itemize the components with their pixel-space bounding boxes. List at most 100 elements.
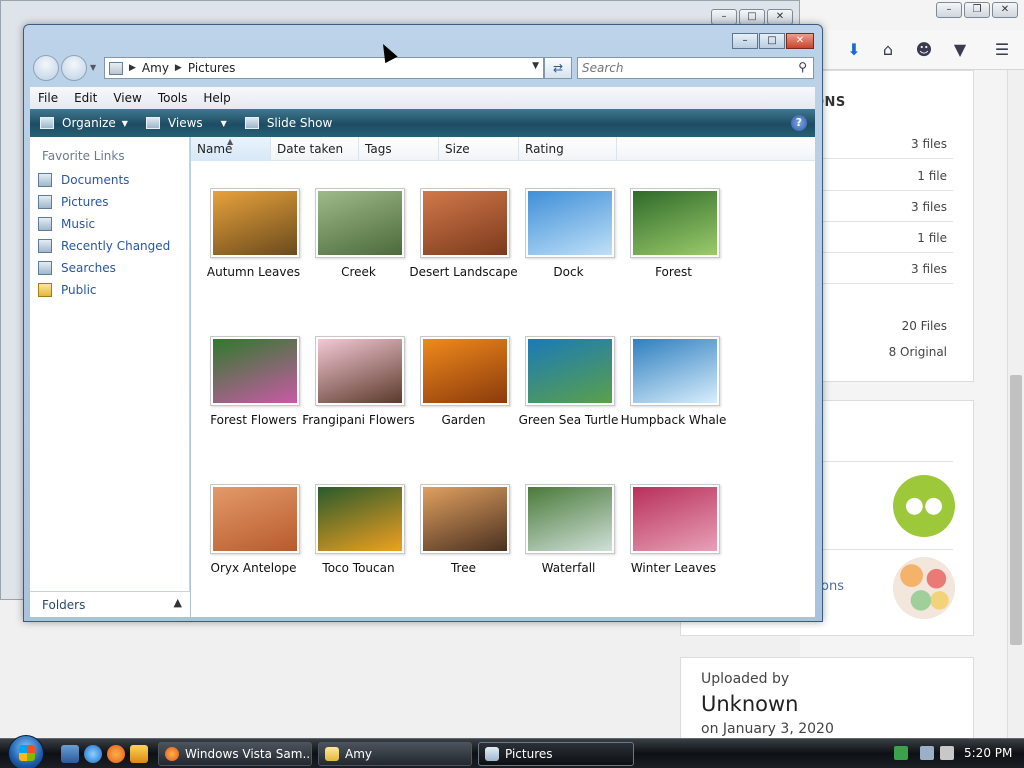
address-bar[interactable]: ▶ Amy ▶ Pictures ▼ xyxy=(104,57,544,79)
maximize-icon[interactable]: □ xyxy=(739,9,765,25)
picture-name: Tree xyxy=(450,561,476,575)
picture-thumbnail[interactable] xyxy=(525,484,615,554)
smiley-icon[interactable]: ☻ xyxy=(914,40,934,60)
menu-edit[interactable]: Edit xyxy=(66,91,105,105)
picture-tile[interactable]: Humpback Whale xyxy=(621,336,726,446)
chevron-down-icon: ▼ xyxy=(121,118,128,128)
picture-thumbnail[interactable] xyxy=(525,188,615,258)
scrollbar-thumb[interactable] xyxy=(1010,375,1022,645)
menu-icon[interactable]: ☰ xyxy=(992,40,1012,60)
picture-tile[interactable]: Waterfall xyxy=(516,484,621,594)
minimize-icon[interactable]: – xyxy=(711,9,737,25)
menu-help[interactable]: Help xyxy=(195,91,238,105)
restore-icon[interactable]: ❐ xyxy=(964,2,990,18)
internet-explorer-icon[interactable] xyxy=(84,745,102,763)
taskbar-button-pictures[interactable]: Pictures xyxy=(478,742,634,766)
close-button[interactable]: ✕ xyxy=(786,33,814,49)
favorite-link-recently-changed[interactable]: Recently Changed xyxy=(38,239,170,253)
picture-thumbnail[interactable] xyxy=(315,188,405,258)
folder-icon xyxy=(109,61,123,75)
breadcrumb-pictures[interactable]: Pictures xyxy=(188,61,236,75)
folders-toggle[interactable]: Folders ▲ xyxy=(30,591,190,617)
picture-thumbnail[interactable] xyxy=(315,484,405,554)
taskbar-button-amy[interactable]: Amy xyxy=(318,742,472,766)
favorite-link-pictures[interactable]: Pictures xyxy=(38,195,109,209)
picture-tile[interactable]: Creek xyxy=(306,188,411,298)
chevron-down-icon[interactable]: ▼ xyxy=(532,61,539,71)
close-icon[interactable]: ✕ xyxy=(767,9,793,25)
help-icon[interactable]: ? xyxy=(791,115,807,131)
favorite-link-music[interactable]: Music xyxy=(38,217,95,231)
picture-tile[interactable]: Winter Leaves xyxy=(621,484,726,594)
picture-tile[interactable]: Autumn Leaves xyxy=(201,188,306,298)
page-scrollbar[interactable] xyxy=(1007,70,1024,738)
refresh-button[interactable]: ⇄ xyxy=(544,57,572,79)
recent-pages-icon[interactable]: ▼ xyxy=(90,63,96,72)
start-button[interactable] xyxy=(8,735,44,768)
picture-thumbnail[interactable] xyxy=(420,484,510,554)
column-tags[interactable]: Tags xyxy=(359,137,439,161)
taskbar-button-browser[interactable]: Windows Vista Sam... xyxy=(158,742,312,766)
collections-link[interactable]: ons xyxy=(821,579,844,594)
chevron-right-icon[interactable]: ▶ xyxy=(129,63,136,73)
picture-tile[interactable]: Garden xyxy=(411,336,516,446)
picture-thumbnail[interactable] xyxy=(525,336,615,406)
views-button[interactable]: Views ▼ xyxy=(145,116,227,130)
menu-view[interactable]: View xyxy=(105,91,149,105)
download-icon[interactable]: ⬇ xyxy=(844,40,864,60)
column-size[interactable]: Size xyxy=(439,137,519,161)
home-icon[interactable]: ⌂ xyxy=(878,40,898,60)
picture-tile[interactable]: Tree xyxy=(411,484,516,594)
share-users-icon[interactable]: ●● xyxy=(893,475,955,537)
minimize-button[interactable]: – xyxy=(732,33,758,49)
chevron-right-icon[interactable]: ▶ xyxy=(175,63,182,73)
slide-show-icon xyxy=(244,117,259,129)
search-input[interactable] xyxy=(582,60,787,76)
security-icon[interactable] xyxy=(894,746,908,760)
favorite-link-searches[interactable]: Searches xyxy=(38,261,116,275)
picture-thumbnail[interactable] xyxy=(630,336,720,406)
volume-muted-icon[interactable] xyxy=(940,746,954,760)
collection-icon[interactable] xyxy=(893,557,955,619)
close-icon[interactable]: ✕ xyxy=(992,2,1018,18)
recently-changed-icon xyxy=(38,239,52,253)
forward-button[interactable] xyxy=(61,55,87,81)
picture-tile[interactable]: Dock xyxy=(516,188,621,298)
clock[interactable]: 5:20 PM xyxy=(964,746,1012,760)
picture-thumbnail[interactable] xyxy=(630,188,720,258)
column-date-taken[interactable]: Date taken xyxy=(271,137,359,161)
minimize-icon[interactable]: – xyxy=(936,2,962,18)
firefox-icon[interactable] xyxy=(107,745,125,763)
picture-thumbnail[interactable] xyxy=(210,188,300,258)
picture-tile[interactable]: Forest xyxy=(621,188,726,298)
search-icon[interactable]: ⚲ xyxy=(798,60,807,74)
column-name[interactable]: ▲ Name xyxy=(191,137,271,161)
picture-tile[interactable]: Oryx Antelope xyxy=(201,484,306,594)
picture-thumbnail[interactable] xyxy=(210,484,300,554)
maximize-button[interactable]: □ xyxy=(759,33,785,49)
show-desktop-icon[interactable] xyxy=(61,745,79,763)
slide-show-button[interactable]: Slide Show xyxy=(244,116,332,130)
column-rating[interactable]: Rating xyxy=(519,137,617,161)
picture-tile[interactable]: Forest Flowers xyxy=(201,336,306,446)
picture-preview xyxy=(423,487,507,551)
picture-thumbnail[interactable] xyxy=(420,336,510,406)
picture-tile[interactable]: Green Sea Turtle xyxy=(516,336,621,446)
breadcrumb-amy[interactable]: Amy xyxy=(142,61,169,75)
picture-thumbnail[interactable] xyxy=(315,336,405,406)
picture-thumbnail[interactable] xyxy=(210,336,300,406)
menu-file[interactable]: File xyxy=(30,91,66,105)
network-icon[interactable] xyxy=(920,746,934,760)
picture-tile[interactable]: Toco Toucan xyxy=(306,484,411,594)
favorite-link-documents[interactable]: Documents xyxy=(38,173,129,187)
organize-button[interactable]: Organize ▼ xyxy=(40,116,128,130)
picture-thumbnail[interactable] xyxy=(630,484,720,554)
picture-thumbnail[interactable] xyxy=(420,188,510,258)
favorite-link-public[interactable]: Public xyxy=(38,283,97,297)
picture-tile[interactable]: Frangipani Flowers xyxy=(302,336,415,446)
picture-tile[interactable]: Desert Landscape xyxy=(409,188,518,298)
pocket-icon[interactable]: ▼ xyxy=(950,40,970,60)
menu-tools[interactable]: Tools xyxy=(150,91,196,105)
media-player-icon[interactable] xyxy=(130,745,148,763)
back-button[interactable] xyxy=(33,55,59,81)
